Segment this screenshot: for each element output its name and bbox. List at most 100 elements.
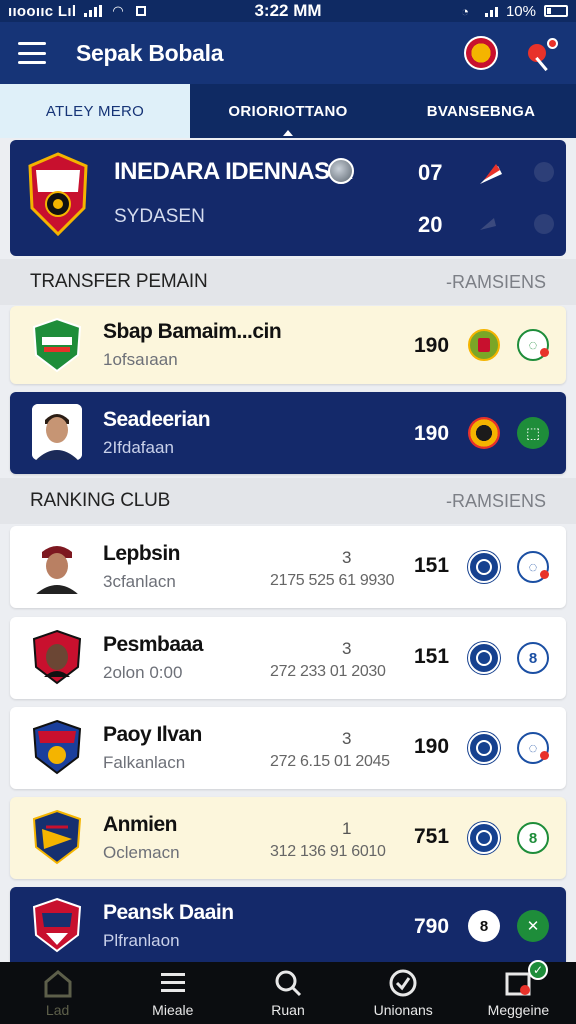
featured-team-subtitle: SYDASEN (114, 206, 205, 227)
club-badge-icon (468, 822, 500, 854)
ranking-row[interactable]: Anmien Oclemacn 1 312 136 91 6010 751 8 (10, 797, 566, 879)
club-badge-icon (468, 417, 500, 449)
club-badge-icon (468, 329, 500, 361)
app-title: Sepak Bobala (76, 39, 224, 66)
club-score: 151 (414, 645, 450, 668)
signal-icon (84, 5, 103, 17)
transfer-row[interactable]: Sbap Bamaim...cin 1ofsaıaan 190 ◌ (10, 306, 566, 384)
battery-icon (544, 5, 568, 17)
club-subtitle: 2olon 0:00 (103, 663, 183, 682)
player-avatar (32, 404, 82, 460)
nav-label: Ruan (271, 1002, 305, 1018)
club-name: Lepbsin (103, 542, 181, 565)
club-logo-icon (32, 317, 82, 373)
club-code: 272 6.15 01 2045 (270, 753, 390, 770)
club-score: 151 (414, 554, 450, 577)
club-logo-icon (32, 897, 82, 953)
status-bar: ııooııc Lıl ◠ 3:22 MM ◔ 10% (0, 0, 576, 22)
club-badge-icon (468, 551, 500, 583)
player-subtitle: 2Ifdafaan (103, 438, 174, 457)
club-name: Paoy Ilvan (103, 723, 202, 746)
club-score: 751 (414, 825, 450, 848)
action-circle-icon[interactable]: ◌ (517, 329, 549, 361)
player-score: 190 (414, 334, 450, 357)
team-crest-icon (28, 152, 88, 236)
action-circle-icon[interactable]: ⬚ (517, 417, 549, 449)
club-code: 2175 525 61 9930 (270, 572, 395, 589)
bottom-navigation: Lad Mieale Ruan Unionans ✓ Meggeine (0, 960, 576, 1024)
nav-label: Unionans (373, 1002, 433, 1018)
action-circle-icon[interactable]: ✕ (517, 910, 549, 942)
tab-bar: ATLEY MERO ORIORIOTTANO BVANSEBNGA (0, 84, 576, 138)
club-score: 190 (414, 735, 450, 758)
notification-icon (135, 6, 146, 16)
wifi-icon: ◠ (112, 3, 124, 18)
action-circle-icon[interactable]: 8 (517, 822, 549, 854)
flag-icon[interactable] (476, 160, 504, 186)
battery-percent: 10% (505, 2, 536, 20)
nav-menu[interactable]: Mieale (115, 962, 230, 1024)
club-rank: 3 (342, 639, 352, 658)
club-logo-icon (32, 719, 82, 775)
ranking-row[interactable]: Pesmbaaa 2olon 0:00 3 272 233 01 2030 15… (10, 617, 566, 699)
nav-search[interactable]: Ruan (230, 962, 345, 1024)
arrow-icon[interactable] (476, 212, 500, 234)
status-dot-icon (534, 214, 554, 234)
cell-signal-icon (484, 5, 498, 17)
see-all-link[interactable]: -RAMSIENS (446, 272, 546, 293)
club-subtitle: Plfranlaon (103, 931, 180, 950)
section-title: RANKING CLUB (30, 490, 171, 511)
pin-notification-icon[interactable] (524, 36, 558, 72)
club-badge-icon (468, 732, 500, 764)
section-title: TRANSFER PEMAIN (30, 271, 208, 292)
club-logo-icon (32, 629, 82, 685)
nav-home[interactable]: Lad (0, 962, 115, 1024)
club-badge-icon: 8 (468, 910, 500, 942)
tab-1[interactable]: ATLEY MERO (0, 84, 190, 138)
club-name: Peansk Daain (103, 901, 234, 924)
home-icon (44, 970, 72, 998)
check-circle-icon (389, 969, 417, 997)
alarm-icon: ◔ (461, 3, 469, 19)
player-name: Seadeerian (103, 408, 211, 431)
nav-badge: ✓ (528, 960, 549, 980)
action-circle-icon[interactable]: ◌ (517, 551, 549, 583)
club-rank: 3 (342, 729, 352, 748)
club-code: 312 136 91 6010 (270, 843, 386, 860)
club-subtitle: Oclemacn (103, 843, 180, 862)
ranking-row[interactable]: Lepbsin 3cfanlacn 3 2175 525 61 9930 151… (10, 526, 566, 608)
club-subtitle: 3cfanlacn (103, 572, 176, 591)
carrier-label: ııooııc Lıl (8, 2, 77, 20)
ranking-section-header: RANKING CLUB -RAMSIENS (0, 478, 576, 524)
hamburger-menu-icon[interactable] (18, 42, 46, 64)
menu-lines-icon (160, 973, 185, 992)
player-score: 190 (414, 422, 450, 445)
action-circle-icon[interactable]: ◌ (517, 732, 549, 764)
nav-label: Mieale (152, 1002, 194, 1018)
featured-score-top: 07 (418, 160, 443, 185)
action-circle-icon[interactable]: 8 (517, 642, 549, 674)
club-logo-icon (32, 809, 82, 865)
nav-inbox[interactable]: ✓ Meggeine (461, 960, 576, 1024)
nav-check[interactable]: Unionans (346, 962, 461, 1024)
club-rank: 3 (342, 548, 352, 567)
club-code: 272 233 01 2030 (270, 663, 386, 680)
status-dot-icon (534, 162, 554, 182)
see-all-link[interactable]: -RAMSIENS (446, 491, 546, 512)
tab-2[interactable]: ORIORIOTTANO (190, 84, 386, 138)
club-emblem-icon[interactable] (464, 36, 498, 70)
featured-team-name: INEDARA IDENNASIA (114, 158, 353, 185)
player-avatar (32, 538, 82, 594)
tab-3[interactable]: BVANSEBNGA (386, 84, 576, 138)
transfer-row[interactable]: Seadeerian 2Ifdafaan 190 ⬚ (10, 392, 566, 474)
club-score: 790 (414, 915, 450, 938)
club-name: Pesmbaaa (103, 633, 203, 656)
featured-team-card[interactable]: INEDARA IDENNASIA SYDASEN 07 20 (10, 140, 566, 256)
player-name: Sbap Bamaim...cin (103, 320, 282, 343)
club-name: Anmien (103, 813, 178, 836)
search-icon (275, 970, 302, 997)
featured-score-bottom: 20 (418, 212, 443, 237)
app-bar: Sepak Bobala (0, 22, 576, 84)
ranking-row[interactable]: Peansk Daain Plfranlaon 790 8 ✕ (10, 887, 566, 962)
ranking-row[interactable]: Paoy Ilvan Falkanlacn 3 272 6.15 01 2045… (10, 707, 566, 789)
